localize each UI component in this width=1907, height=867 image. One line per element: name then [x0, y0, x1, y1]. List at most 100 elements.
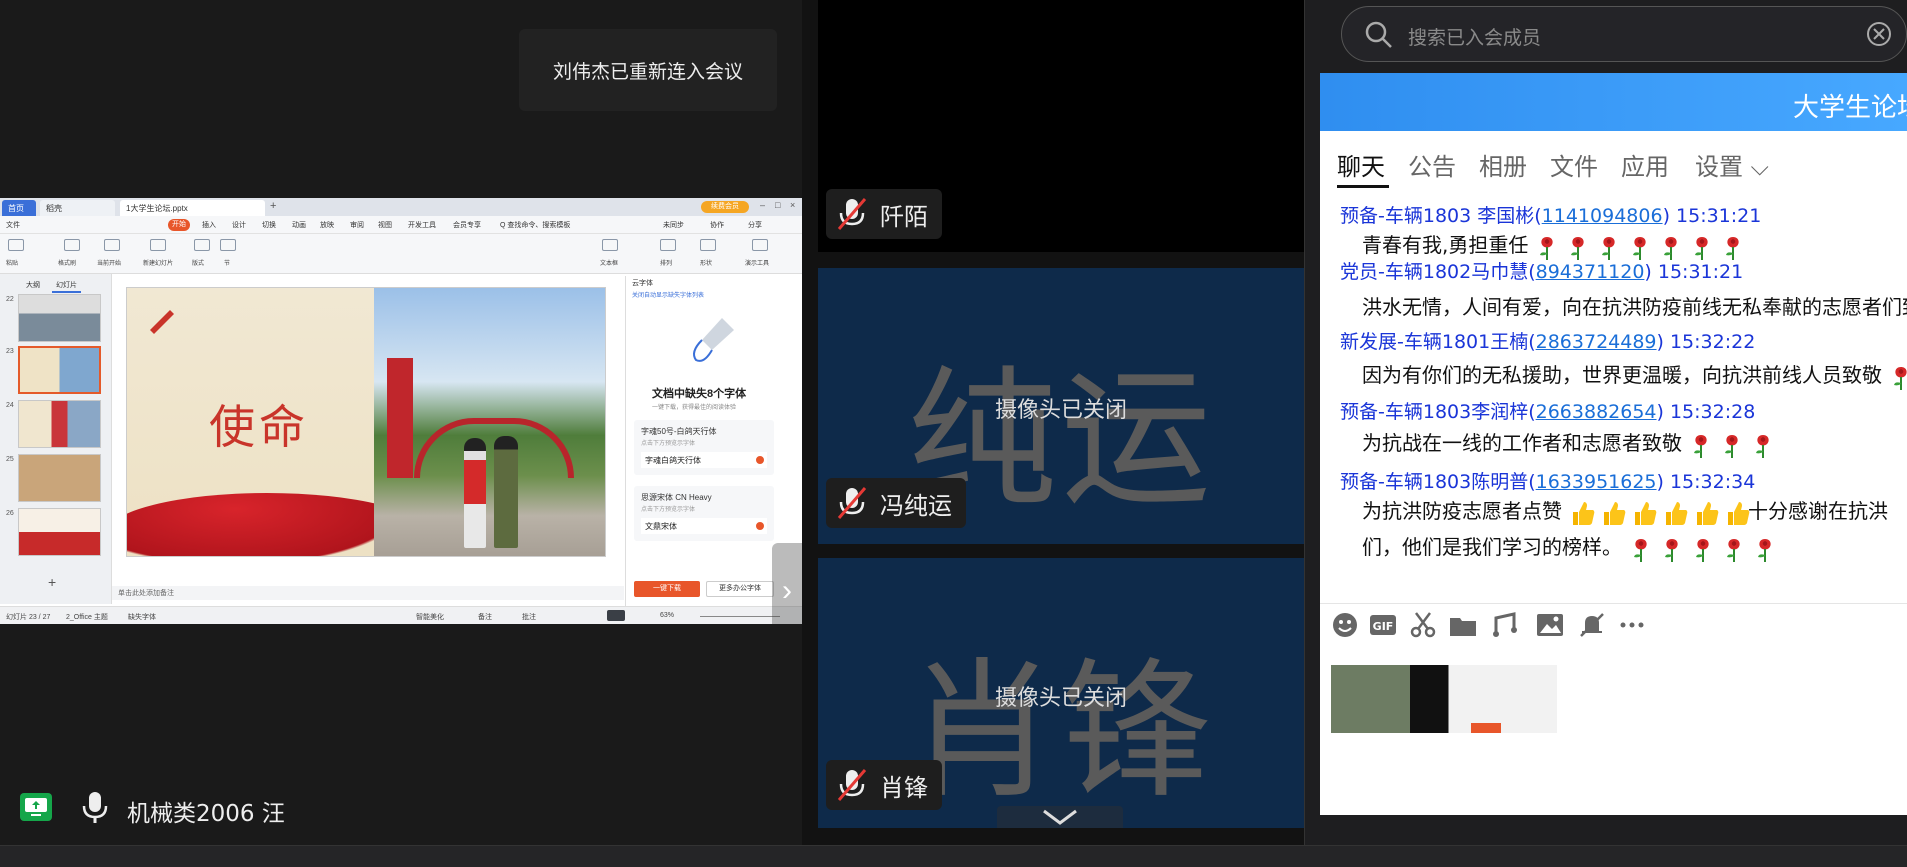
sender-qq-link[interactable]: 1141094806 — [1542, 205, 1663, 227]
menu-view[interactable]: 视图 — [378, 220, 392, 230]
zoom-slider[interactable] — [700, 616, 780, 617]
paste-icon[interactable] — [8, 239, 24, 251]
tab-outline[interactable]: 大纲 — [22, 279, 44, 291]
bell-mute-icon[interactable] — [1577, 610, 1607, 640]
font-card[interactable]: 思源宋体 CN Heavy 点击下方预览示字体 文鼎宋体 — [634, 486, 774, 541]
close-icon[interactable]: × — [790, 200, 795, 210]
next-page-button[interactable]: › — [772, 543, 802, 624]
scroll-down-button[interactable] — [997, 806, 1123, 828]
slide-thumbnail[interactable] — [18, 508, 101, 556]
vip-badge[interactable]: 续费会员 — [701, 201, 749, 213]
menu-file[interactable]: 文件 — [6, 220, 20, 230]
more-fonts-button[interactable]: 更多办公字体 — [706, 581, 774, 597]
menu-transition[interactable]: 切换 — [262, 220, 276, 230]
slide-thumbnail-panel: 大纲 幻灯片 22 23 24 25 26 + — [0, 274, 112, 604]
scissors-icon[interactable] — [1408, 610, 1438, 640]
gif-icon[interactable]: GIF — [1368, 610, 1398, 640]
slide-thumbnail-selected[interactable] — [18, 346, 101, 394]
menu-animation[interactable]: 动画 — [292, 220, 306, 230]
screen-share-icon[interactable] — [20, 793, 52, 821]
image-icon[interactable] — [1535, 610, 1565, 640]
microphone-icon[interactable] — [80, 790, 110, 824]
tab-daoke[interactable]: 稻壳 — [40, 200, 115, 216]
download-font-icon[interactable] — [756, 522, 764, 530]
notes-bar[interactable]: 单击此处添加备注 — [112, 586, 624, 600]
participant-name-chip: 肖锋 — [826, 760, 942, 810]
format-painter-icon[interactable] — [64, 239, 80, 251]
menu-vip[interactable]: 会员专享 — [453, 220, 481, 230]
new-slide-icon[interactable] — [150, 239, 166, 251]
smart-beautify-button[interactable]: 智能美化 — [416, 612, 444, 622]
participant-tile[interactable]: 阡陌 — [818, 0, 1304, 252]
menu-slideshow[interactable]: 放映 — [320, 220, 334, 230]
notes-button[interactable]: 备注 — [478, 612, 492, 622]
arrange-icon[interactable] — [660, 239, 676, 251]
search-input[interactable]: 搜索已入会成员 — [1408, 23, 1541, 50]
shared-screen[interactable]: 首页 稻壳 1大学生论坛.pptx + 续费会员 – □ × 文件 开始 插入 … — [0, 198, 802, 624]
clear-search-icon[interactable] — [1866, 21, 1892, 47]
close-auto-list-link[interactable]: 关闭自动显示缺失字体列表 — [632, 290, 704, 299]
comments-button[interactable]: 批注 — [522, 612, 536, 622]
tab-apps[interactable]: 应用 — [1621, 147, 1669, 182]
tab-slides[interactable]: 幻灯片 — [52, 279, 81, 293]
maximize-icon[interactable]: □ — [775, 200, 780, 210]
slide-thumbnail[interactable] — [18, 454, 101, 502]
sender-qq-link[interactable]: 2863724489 — [1536, 331, 1657, 353]
menu-devtools[interactable]: 开发工具 — [408, 220, 436, 230]
missing-font-label[interactable]: 缺失字体 — [128, 612, 156, 622]
download-all-button[interactable]: 一键下载 — [634, 581, 700, 597]
layout-label: 版式 — [192, 261, 205, 267]
participant-tile[interactable]: 纯运 摄像头已关闭 冯纯运 — [818, 268, 1304, 544]
smile-icon[interactable] — [1330, 610, 1360, 640]
download-font-icon[interactable] — [756, 456, 764, 464]
menu-search[interactable]: Q 查找命令、搜索模板 — [500, 220, 570, 230]
tab-chat[interactable]: 聊天 — [1337, 147, 1385, 182]
chat-input[interactable] — [1320, 645, 1907, 815]
wps-tabbar: 首页 稻壳 1大学生论坛.pptx + 续费会员 – □ × — [0, 198, 802, 216]
side-panel: 搜索已入会成员 大学生论坛 聊天 公告 相册 文件 应用 设置 ⌵ — [1304, 0, 1907, 867]
share-button[interactable]: 分享 — [748, 220, 762, 230]
minimize-icon[interactable]: – — [760, 200, 765, 210]
sender-qq-link[interactable]: 894371120 — [1536, 261, 1645, 283]
music-icon[interactable] — [1490, 610, 1520, 640]
menu-insert[interactable]: 插入 — [202, 220, 216, 230]
layout-icon[interactable] — [194, 239, 210, 251]
group-chat-window[interactable]: 大学生论坛 聊天 公告 相册 文件 应用 设置 ⌵ 预备-车辆1803 李国彬(… — [1320, 73, 1907, 815]
sender-qq-link[interactable]: 2663882654 — [1536, 401, 1657, 423]
slide-thumbnail[interactable] — [18, 294, 101, 342]
tab-announcement[interactable]: 公告 — [1408, 147, 1456, 182]
participant-tile[interactable]: 肖锋 摄像头已关闭 肖锋 — [818, 558, 1304, 828]
folder-icon[interactable] — [1448, 610, 1478, 640]
collab-button[interactable]: 协作 — [710, 220, 724, 230]
tab-document[interactable]: 1大学生论坛.pptx — [120, 200, 265, 216]
play-from-current-icon[interactable] — [104, 239, 120, 251]
menu-start[interactable]: 开始 — [168, 219, 190, 231]
more-icon[interactable] — [1617, 610, 1647, 640]
add-slide-icon[interactable]: + — [48, 574, 56, 590]
slide-thumbnail[interactable] — [18, 400, 101, 448]
tab-settings[interactable]: 设置 ⌵ — [1695, 147, 1769, 182]
font-name: 字魂50号-白鸽天行体 — [641, 427, 717, 436]
menu-review[interactable]: 审阅 — [350, 220, 364, 230]
textbox-icon[interactable] — [602, 239, 618, 251]
play-icon[interactable] — [607, 610, 625, 621]
pasted-screenshot[interactable] — [1331, 665, 1557, 733]
section-icon[interactable] — [220, 239, 236, 251]
member-search[interactable]: 搜索已入会成员 — [1341, 6, 1907, 62]
message-header: 党员-车辆1802马巾慧(894371120) 15:31:21 — [1340, 261, 1744, 283]
mic-muted-icon — [837, 487, 867, 519]
present-tools-icon[interactable] — [752, 239, 768, 251]
thumbs-up-emoji-icon — [1693, 499, 1719, 527]
message-list[interactable]: 预备-车辆1803 李国彬(1141094806) 15:31:21 青春有我,… — [1320, 191, 1907, 603]
new-tab-icon[interactable]: + — [270, 200, 276, 212]
current-slide[interactable]: 使命 — [127, 288, 605, 556]
shape-icon[interactable] — [700, 239, 716, 251]
unsynced-label[interactable]: 未同步 — [663, 220, 684, 230]
sender-qq-link[interactable]: 1633951625 — [1536, 471, 1657, 493]
tab-files[interactable]: 文件 — [1550, 147, 1598, 182]
menu-design[interactable]: 设计 — [232, 220, 246, 230]
tab-album[interactable]: 相册 — [1479, 147, 1527, 182]
tab-home[interactable]: 首页 — [2, 200, 36, 216]
zoom-level[interactable]: 63% — [660, 612, 674, 619]
font-card[interactable]: 字魂50号-白鸽天行体 点击下方预览示字体 字魂白鸽天行体 — [634, 420, 774, 475]
